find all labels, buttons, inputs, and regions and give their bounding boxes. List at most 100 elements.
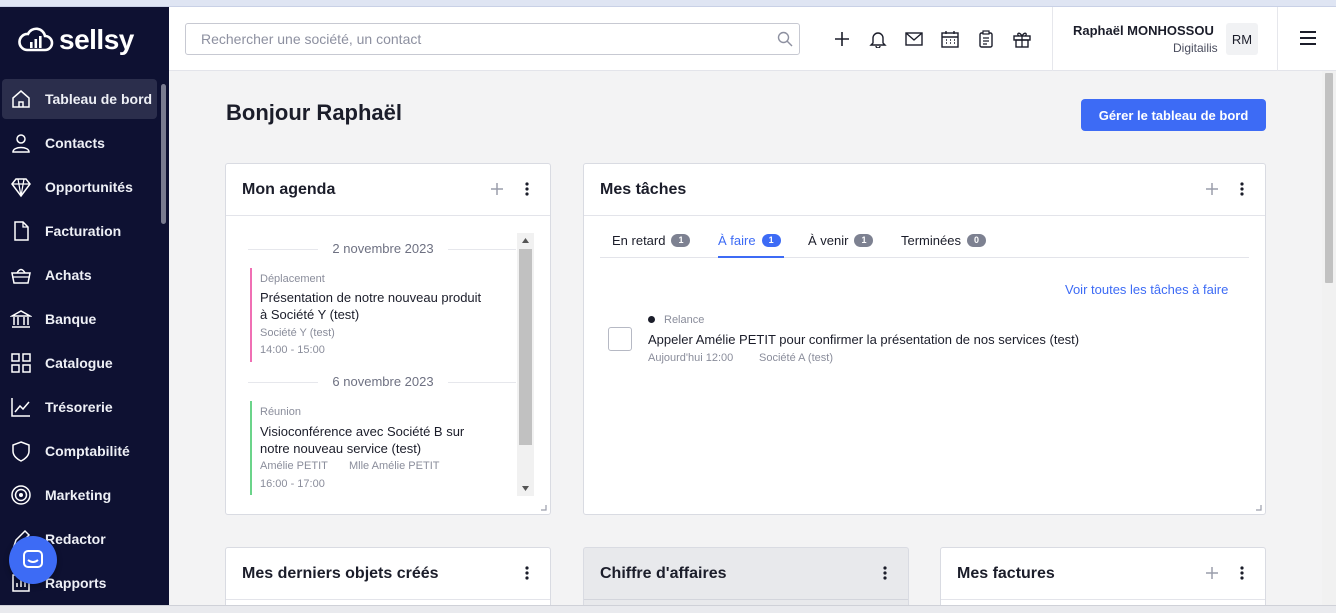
calendar-icon[interactable] — [940, 29, 960, 49]
sidebar-item-banque[interactable]: Banque — [2, 299, 157, 339]
sidebar-item-opportunites[interactable]: Opportunités — [2, 167, 157, 207]
card-title: Mes tâches — [600, 181, 687, 198]
resize-handle-icon[interactable] — [1254, 503, 1262, 511]
user-organization: Digitailis — [1173, 41, 1218, 55]
search-input[interactable]: Rechercher une société, un contact — [185, 23, 800, 55]
hamburger-menu-icon[interactable] — [1298, 28, 1318, 53]
sidebar-item-tresorerie[interactable]: Trésorerie — [2, 387, 157, 427]
event-attendee: Amélie PETIT — [260, 460, 328, 472]
invoices-card: Mes factures — [940, 547, 1266, 613]
tabs-divider — [600, 257, 1249, 258]
cloud-chart-icon — [18, 27, 54, 52]
sidebar-item-label: Contacts — [45, 135, 105, 151]
search-icon[interactable] — [777, 31, 793, 47]
event-attendee: Mlle Amélie PETIT — [349, 460, 440, 472]
more-vertical-icon[interactable] — [882, 565, 888, 581]
gift-icon[interactable] — [1012, 29, 1032, 49]
date-separator — [448, 249, 516, 250]
sidebar-item-facturation[interactable]: Facturation — [2, 211, 157, 251]
scrollbar-thumb[interactable] — [519, 249, 532, 445]
tab-a-venir[interactable]: À venir 1 — [808, 233, 874, 248]
target-icon — [10, 484, 32, 506]
bell-icon[interactable] — [868, 29, 888, 49]
person-icon — [10, 132, 32, 154]
trend-chart-icon — [10, 396, 32, 418]
event-color-bar — [250, 401, 252, 495]
event-type: Réunion — [260, 406, 301, 418]
sidebar-item-label: Banque — [45, 311, 97, 327]
sidebar-item-label: Redactor — [45, 531, 106, 547]
more-vertical-icon[interactable] — [1239, 565, 1245, 581]
plus-icon[interactable] — [489, 181, 505, 197]
task-date: Aujourd'hui 12:00 — [648, 352, 734, 364]
event-title-line1[interactable]: Présentation de notre nouveau produit — [260, 289, 481, 306]
manage-dashboard-button[interactable]: Gérer le tableau de bord — [1081, 99, 1266, 131]
event-title-line1[interactable]: Visioconférence avec Société B sur — [260, 423, 464, 440]
see-all-tasks-link[interactable]: Voir toutes les tâches à faire — [1065, 282, 1228, 297]
chat-launcher-button[interactable] — [9, 536, 57, 584]
tab-label: À faire — [718, 233, 756, 248]
revenue-card: Chiffre d'affaires — [583, 547, 909, 613]
event-title-line2[interactable]: notre nouveau service (test) — [260, 440, 421, 457]
more-vertical-icon[interactable] — [524, 565, 530, 581]
user-name[interactable]: Raphaël MONHOSSOU — [1073, 23, 1214, 38]
tab-count-badge: 1 — [761, 234, 781, 247]
tab-label: En retard — [612, 233, 666, 248]
document-icon — [10, 220, 32, 242]
sellsy-logo[interactable]: sellsy — [18, 23, 134, 57]
sidebar-item-label: Facturation — [45, 223, 122, 239]
scroll-up-icon[interactable] — [522, 238, 529, 243]
home-icon — [10, 88, 32, 110]
sidebar-item-label: Trésorerie — [45, 399, 113, 415]
top-header: Rechercher une société, un contact Rapha… — [169, 7, 1336, 71]
sidebar-item-tableau-de-bord[interactable]: Tableau de bord — [2, 79, 157, 119]
page-scrollbar[interactable] — [1322, 71, 1336, 605]
tab-count-badge: 1 — [671, 234, 691, 247]
tab-terminees[interactable]: Terminées 0 — [901, 233, 986, 248]
sidebar-item-achats[interactable]: Achats — [2, 255, 157, 295]
sidebar-item-label: Rapports — [45, 575, 107, 591]
clipboard-icon[interactable] — [976, 29, 996, 49]
task-status-dot — [648, 316, 655, 323]
sidebar-item-marketing[interactable]: Marketing — [2, 475, 157, 515]
sidebar-item-catalogue[interactable]: Catalogue — [2, 343, 157, 383]
mail-icon[interactable] — [904, 29, 924, 49]
tab-a-faire[interactable]: À faire 1 — [718, 233, 781, 248]
resize-handle-icon[interactable] — [539, 503, 547, 511]
event-time: 16:00 - 17:00 — [260, 478, 325, 490]
header-divider — [1277, 7, 1278, 71]
grid-icon — [10, 352, 32, 374]
scrollbar-thumb[interactable] — [1325, 73, 1333, 283]
task-checkbox[interactable] — [608, 327, 632, 351]
agenda-scrollbar[interactable] — [517, 233, 534, 496]
plus-icon[interactable] — [1204, 181, 1220, 197]
date-separator — [248, 382, 318, 383]
card-header: Mon agenda — [226, 164, 550, 216]
sidebar-item-comptabilite[interactable]: Comptabilité — [2, 431, 157, 471]
task-company[interactable]: Société A (test) — [759, 352, 833, 364]
tab-en-retard[interactable]: En retard 1 — [612, 233, 691, 248]
plus-icon[interactable] — [832, 29, 852, 49]
more-vertical-icon[interactable] — [524, 181, 530, 197]
sidebar-item-contacts[interactable]: Contacts — [2, 123, 157, 163]
tab-label: Terminées — [901, 233, 961, 248]
event-company: Société Y (test) — [260, 327, 335, 339]
sidebar-scrollbar[interactable] — [161, 84, 166, 224]
plus-icon[interactable] — [1204, 565, 1220, 581]
sidebar-item-label: Achats — [45, 267, 92, 283]
agenda-date: 6 novembre 2023 — [332, 374, 434, 389]
more-vertical-icon[interactable] — [1239, 181, 1245, 197]
recent-objects-card: Mes derniers objets créés — [225, 547, 551, 613]
card-header: Mes derniers objets créés — [226, 548, 550, 600]
event-title-line2[interactable]: à Société Y (test) — [260, 306, 359, 323]
agenda-date: 2 novembre 2023 — [332, 241, 434, 256]
avatar[interactable]: RM — [1226, 23, 1258, 55]
shield-icon — [10, 440, 32, 462]
diamond-icon — [10, 176, 32, 198]
sidebar: sellsy Tableau de bord Contacts Opportun… — [0, 7, 169, 605]
scroll-down-icon[interactable] — [522, 486, 529, 491]
page-title: Bonjour Raphaël — [226, 100, 403, 125]
browser-top-strip — [0, 0, 1336, 7]
task-title[interactable]: Appeler Amélie PETIT pour confirmer la p… — [648, 332, 1079, 347]
tab-count-badge: 0 — [966, 234, 986, 247]
